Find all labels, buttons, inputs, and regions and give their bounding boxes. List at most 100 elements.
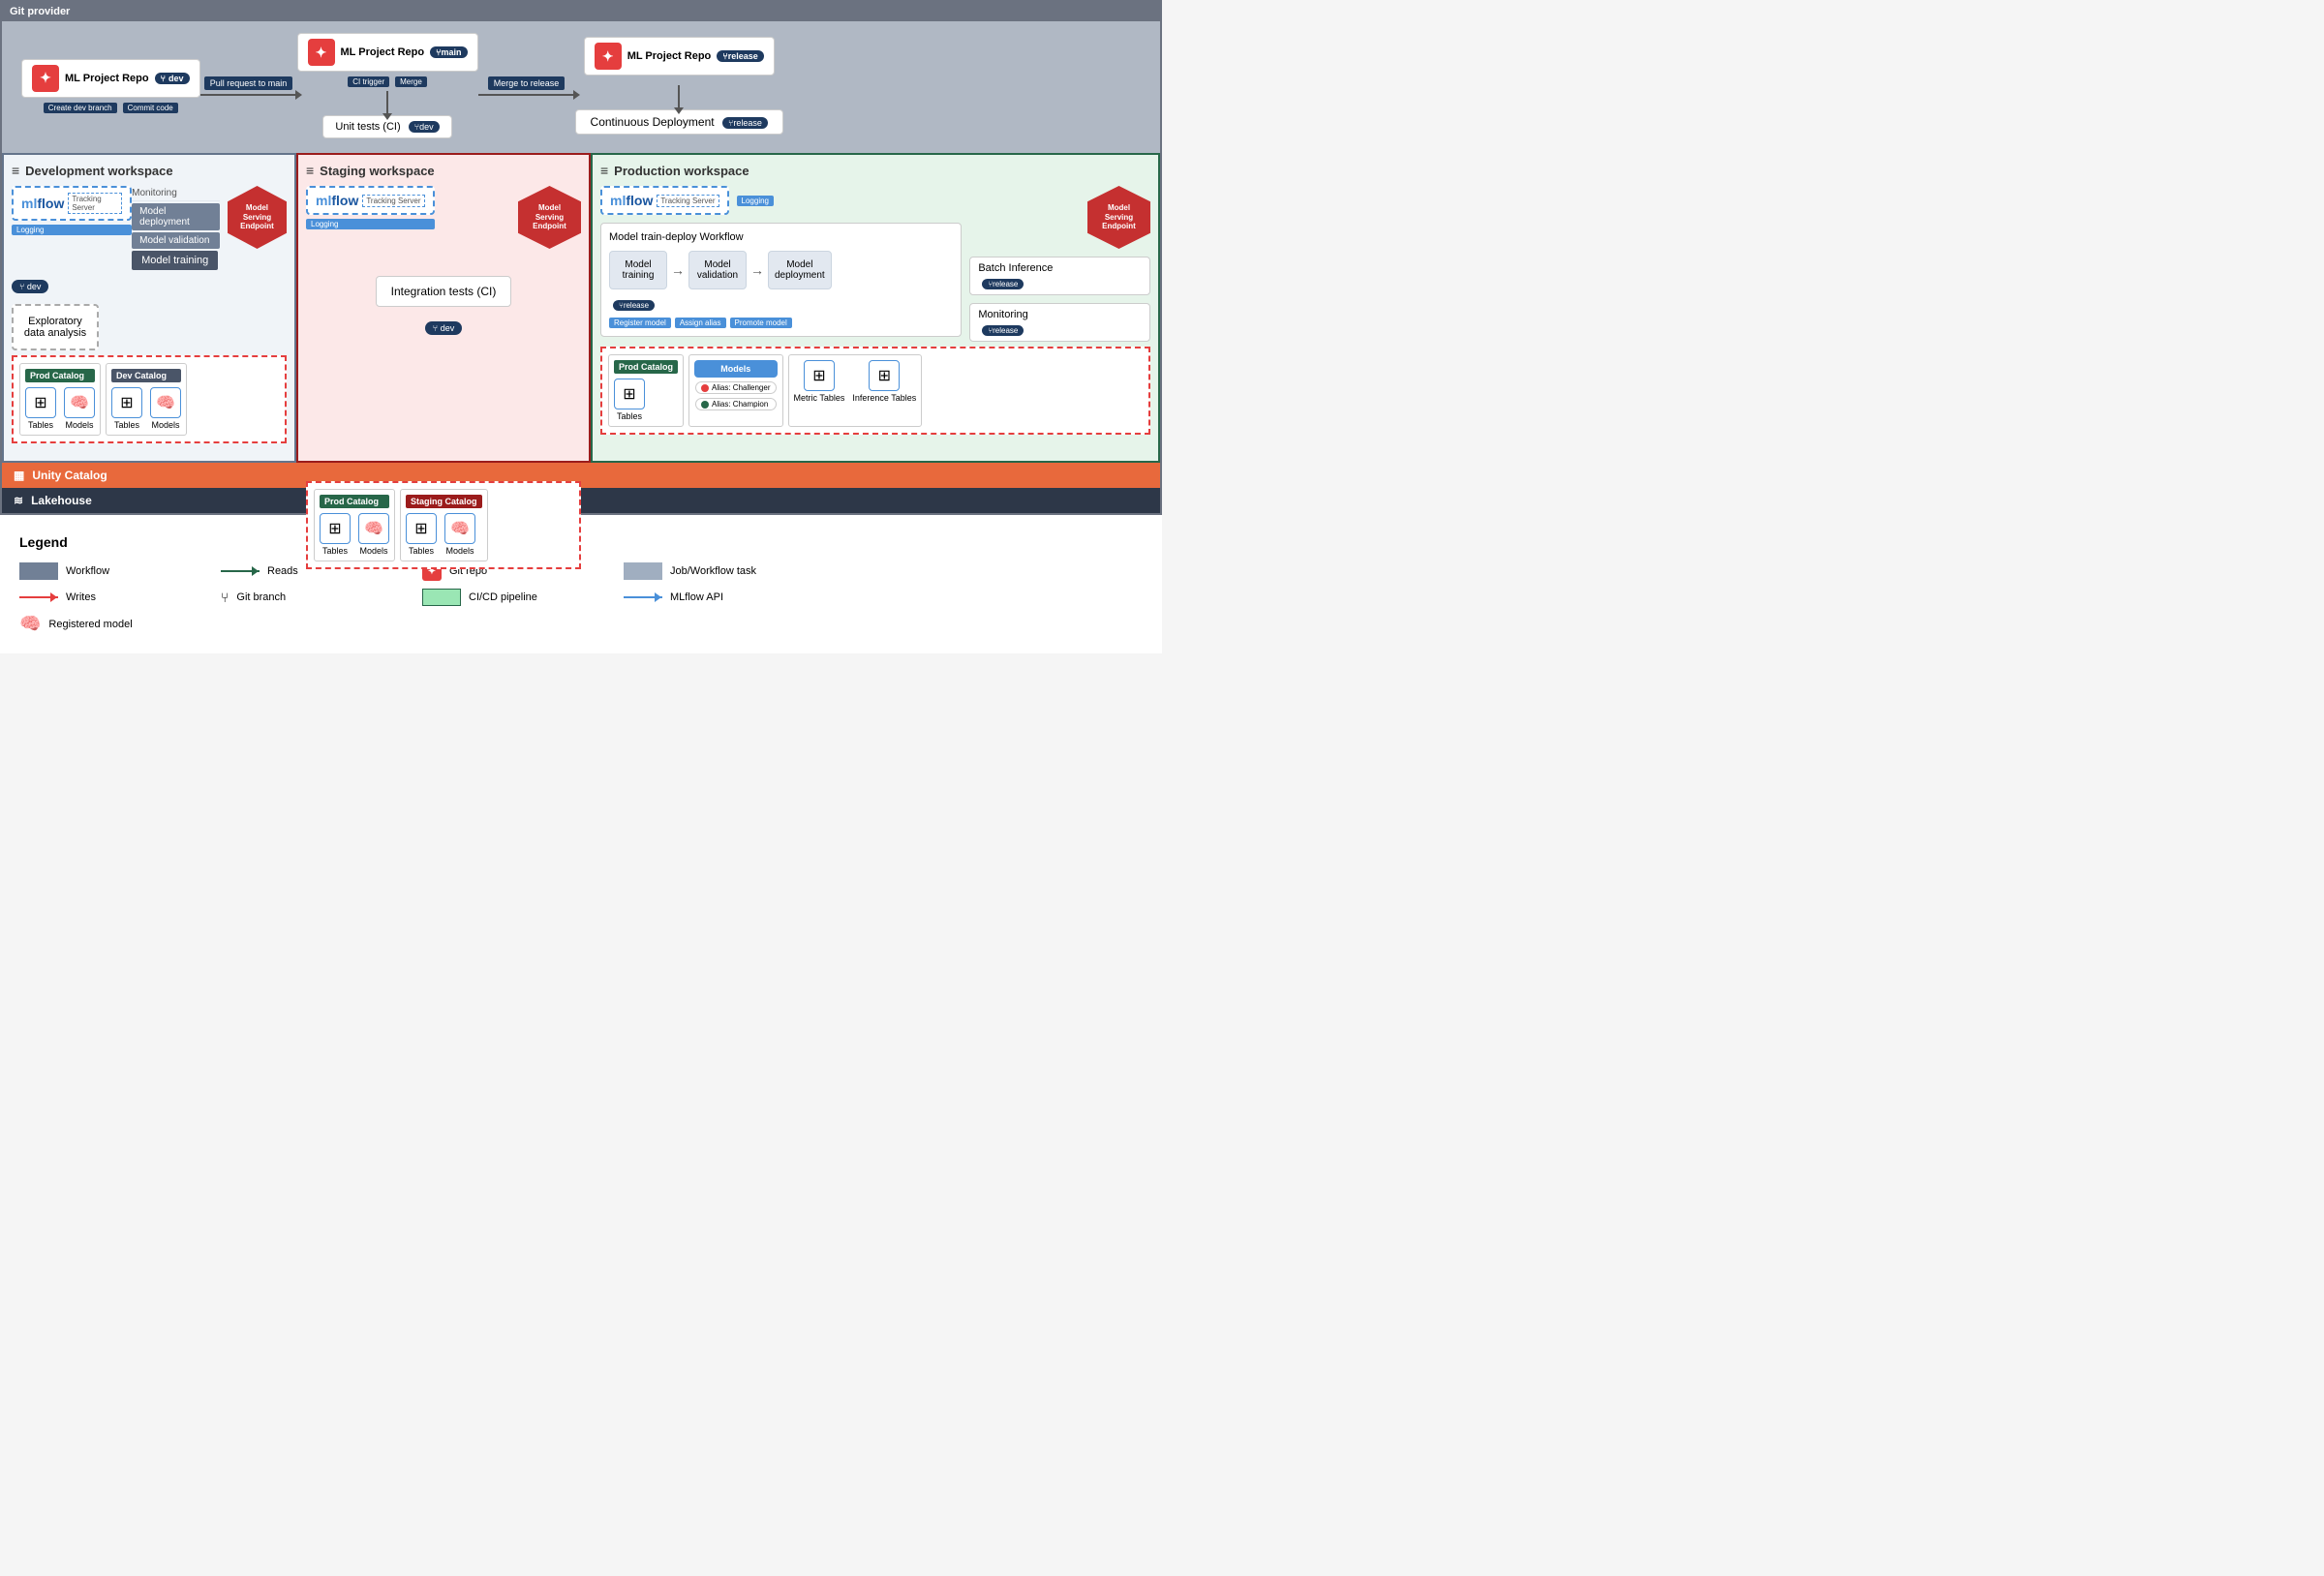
batch-release-row: ⑂ release <box>978 278 1142 289</box>
branch-icon-dev: ⑂ <box>161 74 166 83</box>
eda-label: Exploratory data analysis <box>24 316 86 339</box>
tables-item-staging: ⊞ Tables <box>406 513 437 556</box>
dev-catalog-title-dev: Dev Catalog <box>111 369 181 382</box>
legend-workflow-icon <box>19 562 58 580</box>
step-arrow-2: → <box>750 262 764 278</box>
dev-workflow-list: Monitoring Model deployment Model valida… <box>132 186 220 270</box>
legend-section: Legend Workflow Reads ✦ Git repo Job/Wor… <box>0 515 1162 653</box>
ci-trigger-badge: CI trigger <box>348 76 389 87</box>
models-icon-dev: 🧠 <box>150 387 181 418</box>
models-icon-staging-prod: 🧠 <box>358 513 389 544</box>
git-repo-release: ✦ ML Project Repo ⑂ release <box>584 37 775 76</box>
assign-alias-badge: Assign alias <box>675 318 726 328</box>
tables-icon-dev: ⊞ <box>111 387 142 418</box>
eda-box: Exploratory data analysis <box>12 304 99 350</box>
workspace-development: ≡ Development workspace mlflow Tracking … <box>2 153 296 463</box>
cd-section: Continuous Deployment ⑂ release <box>575 85 783 135</box>
prod-aliases: Alias: Challenger Alias: Champion <box>694 380 777 411</box>
lakehouse-label: Lakehouse <box>31 494 92 507</box>
legend-task: Job/Workflow task <box>624 561 817 581</box>
staging-logging-badge: Logging <box>306 219 435 229</box>
dev-right-section: Monitoring Model deployment Model valida… <box>132 186 287 270</box>
prod-extra-items: ⊞ Metric Tables ⊞ Inference Tables <box>794 360 917 403</box>
legend-model-icon: 🧠 <box>19 614 41 634</box>
prod-extra-tables: ⊞ Metric Tables ⊞ Inference Tables <box>788 354 923 427</box>
branch-badge-dev: ⑂ dev <box>155 73 190 84</box>
prod-workspace-icon: ≡ <box>600 163 608 178</box>
git-repo-dev: ✦ ML Project Repo ⑂ dev <box>21 59 200 98</box>
legend-model-label: Registered model <box>48 619 132 630</box>
dev-tracking-server: Tracking Server <box>68 193 122 214</box>
prod-stage-badges: Register model Assign alias Promote mode… <box>609 318 953 328</box>
legend-task-icon <box>624 562 662 580</box>
unity-catalog-bar: ▦ Unity Catalog <box>2 463 1160 488</box>
ci-section: CI trigger Merge Unit tests (CI) ⑂ dev <box>322 76 451 138</box>
commit-code-badge: Commit code <box>123 103 178 113</box>
staging-catalog-title: Staging Catalog <box>406 495 482 508</box>
tables-item-dev: ⊞ Tables <box>111 387 142 430</box>
metric-tables-icon: ⊞ <box>804 360 835 391</box>
prod-catalog-title-prod: Prod Catalog <box>614 360 678 374</box>
legend-task-label: Job/Workflow task <box>670 565 756 577</box>
workspaces-container: ≡ Development workspace mlflow Tracking … <box>2 153 1160 463</box>
staging-catalog-wrapper: Prod Catalog ⊞ Tables 🧠 Models <box>306 481 581 569</box>
prod-catalog-staging-items: ⊞ Tables 🧠 Models <box>320 513 389 556</box>
batch-release-tag: ⑂ release <box>982 279 1024 289</box>
models-icon-staging: 🧠 <box>444 513 475 544</box>
git-repos-row: ✦ ML Project Repo ⑂ dev Create dev branc… <box>21 33 1141 138</box>
staging-branch-badge: ⑂ dev <box>425 321 462 335</box>
prod-step-validation: Modelvalidation <box>688 251 747 289</box>
batch-inference-label: Batch Inference <box>978 262 1142 274</box>
cd-branch: ⑂ release <box>722 117 768 129</box>
monitoring-release-tag: ⑂ release <box>982 325 1024 336</box>
promote-model-badge: Promote model <box>730 318 792 328</box>
staging-workspace-icon: ≡ <box>306 163 314 178</box>
git-repo-dev-group: ✦ ML Project Repo ⑂ dev Create dev branc… <box>21 59 200 113</box>
git-flow-area: ✦ ML Project Repo ⑂ dev Create dev branc… <box>2 21 1160 153</box>
legend-cicd-icon <box>422 589 461 606</box>
inference-tables-icon: ⊞ <box>869 360 900 391</box>
prod-tracking-server: Tracking Server <box>657 195 719 207</box>
unity-catalog-icon: ▦ <box>14 469 24 482</box>
dev-mlflow-section: mlflow Tracking Server Logging <box>12 186 132 235</box>
legend-reads-arrow <box>221 570 260 572</box>
staging-model-serving-endpoint: ModelServingEndpoint <box>518 186 581 249</box>
git-repo-release-group: ✦ ML Project Repo ⑂ release Continuous D… <box>575 37 783 135</box>
prod-logging-badge: Logging <box>737 196 774 206</box>
legend-branch-label: Git branch <box>236 591 286 603</box>
metric-tables-item: ⊞ Metric Tables <box>794 360 845 403</box>
prod-model-serving-endpoint: ModelServingEndpoint <box>1087 186 1150 249</box>
dev-logging-badge: Logging <box>12 225 132 235</box>
integration-tests-label: Integration tests (CI) <box>391 285 497 298</box>
lakehouse-bar: ≋ Lakehouse <box>2 488 1160 513</box>
prod-catalog-title-dev: Prod Catalog <box>25 369 95 382</box>
dev-model-validation: Model validation <box>132 232 220 249</box>
merge-release-label: Merge to release <box>488 76 566 90</box>
dev-mlflow-logo: mlflow <box>21 196 64 211</box>
tables-icon-staging-prod: ⊞ <box>320 513 351 544</box>
legend-mlflow-api: MLflow API <box>624 589 817 606</box>
prod-workspace-title: ≡ Production workspace <box>600 163 1150 178</box>
staging-catalog-row: Prod Catalog ⊞ Tables 🧠 Models <box>314 489 573 561</box>
unit-tests-label: Unit tests (CI) <box>335 121 400 133</box>
unity-catalog-label: Unity Catalog <box>32 469 107 482</box>
staging-inner: mlflow Tracking Server Logging ModelServ… <box>306 186 581 476</box>
prod-catalog-prod-items: ⊞ Tables <box>614 379 678 421</box>
legend-cicd: CI/CD pipeline <box>422 589 616 606</box>
legend-workflow-label: Workflow <box>66 565 109 577</box>
dev-model-serving-endpoint: ModelServingEndpoint <box>228 186 287 249</box>
prod-models-box: Models Alias: Challenger Alias: Champion <box>688 354 782 427</box>
prod-step-training: Modeltraining <box>609 251 667 289</box>
prod-mlflow-logo: mlflow <box>610 193 653 208</box>
legend-mlflow-label: MLflow API <box>670 591 723 603</box>
prod-left: mlflow Tracking Server Logging Model tra… <box>600 186 962 342</box>
pull-request-label: Pull request to main <box>204 76 293 90</box>
cd-label: Continuous Deployment <box>591 115 715 129</box>
legend-writes: Writes <box>19 589 213 606</box>
create-dev-branch-badge: Create dev branch <box>44 103 117 113</box>
prod-hex-container: ModelServingEndpoint <box>969 186 1150 249</box>
prod-catalog-wrapper: Prod Catalog ⊞ Tables Models <box>600 347 1150 435</box>
branch-badge-release: ⑂ release <box>717 50 763 62</box>
cd-vert-arrow <box>678 85 680 109</box>
tables-item-staging-prod: ⊞ Tables <box>320 513 351 556</box>
